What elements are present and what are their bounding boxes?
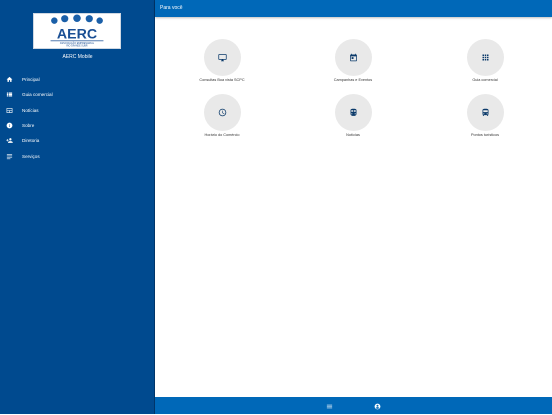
bus-icon	[481, 104, 490, 122]
sidebar-item-diretoria[interactable]: Diretoria	[0, 133, 155, 148]
tile-circle	[334, 39, 372, 76]
aerc-logo-graphic: AERC ASSOCIAÇÃO EMPRESARIAL RIO GRANDE S…	[50, 14, 104, 48]
tile-label: Notícias	[346, 133, 360, 137]
tile-label: Pontos turísticos	[470, 133, 500, 137]
person-add-icon	[5, 137, 13, 145]
tile-guia-comercial[interactable]: Guia comercial	[445, 39, 525, 82]
sidebar-item-sobre[interactable]: Sobre	[0, 118, 155, 133]
tile-circle	[466, 39, 504, 76]
tile-horario-comercio[interactable]: Horário do Comércio	[182, 94, 262, 137]
account-button[interactable]	[373, 401, 382, 410]
sidebar-item-servicos[interactable]: Serviços	[0, 148, 155, 163]
tile-circle	[334, 94, 372, 131]
menu-button[interactable]	[325, 401, 334, 410]
sidebar-item-label: Guia comercial	[22, 92, 53, 98]
account-icon	[374, 397, 381, 415]
tile-label: Consultas Boa vista SCPC	[199, 78, 245, 82]
tile-circle	[203, 94, 241, 131]
app-name: AERC Mobile	[62, 54, 93, 60]
monitor-icon	[217, 49, 227, 67]
tile-pontos-turisticos[interactable]: Pontos turísticos	[445, 94, 525, 137]
sidebar-item-guia-comercial[interactable]: Guia comercial	[0, 87, 155, 102]
tile-noticias[interactable]: Notícias	[313, 94, 393, 137]
clock-icon	[218, 104, 227, 122]
top-app-bar: Para você	[155, 0, 552, 17]
sidebar-item-label: Diretoria	[22, 138, 40, 144]
sidebar-item-label: Notícias	[22, 107, 39, 113]
calendar-icon	[349, 49, 358, 67]
sidebar-item-noticias[interactable]: Notícias	[0, 103, 155, 118]
list-icon	[5, 91, 13, 99]
logo-text: AERC	[57, 27, 97, 43]
sidebar-nav: Principal Guia comercial Notícias Sobre …	[0, 72, 155, 164]
tile-label: Guia comercial	[472, 78, 498, 82]
info-icon	[5, 122, 13, 130]
sidebar-item-label: Principal	[22, 77, 40, 83]
sidebar-item-label: Serviços	[22, 153, 40, 159]
sidebar-item-principal[interactable]: Principal	[0, 72, 155, 87]
tile-circle	[203, 39, 241, 76]
menu-icon	[326, 397, 333, 415]
bottom-bar	[155, 397, 552, 414]
tile-circle	[466, 94, 504, 131]
page-title: Para você	[160, 5, 183, 11]
sidebar: AERC ASSOCIAÇÃO EMPRESARIAL RIO GRANDE S…	[0, 0, 155, 414]
grid-icon	[481, 49, 490, 67]
home-icon	[5, 76, 13, 84]
tile-consultas-boa-vista[interactable]: Consultas Boa vista SCPC	[182, 39, 262, 82]
tile-campanhas-eventos[interactable]: Campanhas e Eventos	[313, 39, 393, 82]
train-icon	[349, 104, 358, 122]
sidebar-item-label: Sobre	[22, 123, 35, 129]
tile-label: Horário do Comércio	[204, 133, 240, 137]
feature-grid: Consultas Boa vista SCPC Campanhas e Eve…	[155, 17, 552, 397]
logo-tagline-2: RIO GRANDE SUBR	[66, 45, 88, 48]
tile-label: Campanhas e Eventos	[333, 78, 373, 82]
notes-icon	[5, 152, 13, 160]
logo-tagline: ASSOCIAÇÃO EMPRESARIAL	[60, 42, 95, 45]
aerc-logo: AERC ASSOCIAÇÃO EMPRESARIAL RIO GRANDE S…	[33, 13, 121, 49]
newspaper-icon	[5, 106, 13, 114]
